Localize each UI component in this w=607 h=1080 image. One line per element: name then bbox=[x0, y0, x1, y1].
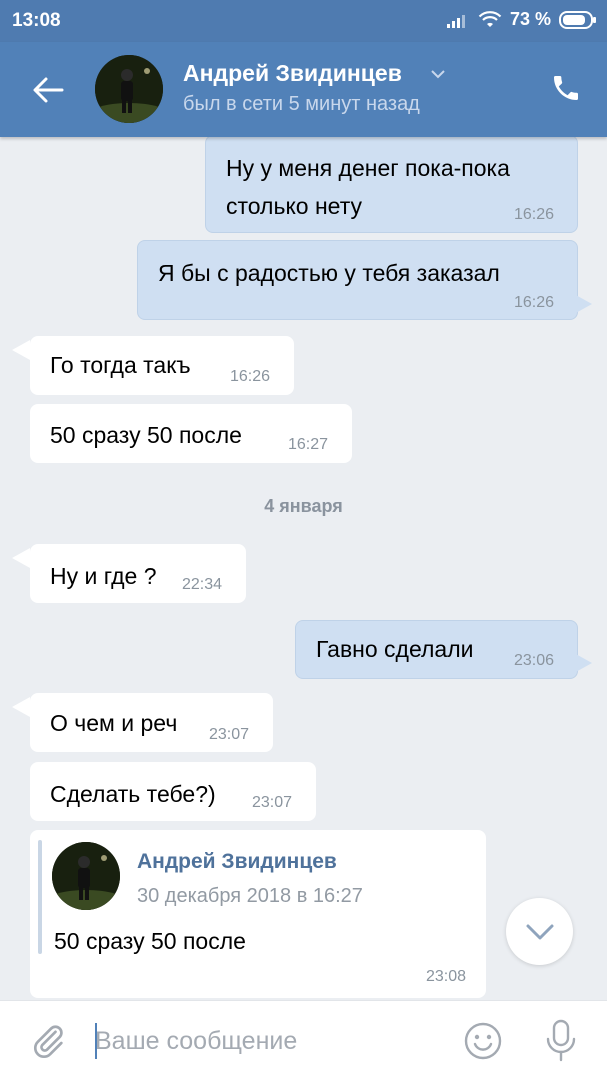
paperclip-icon bbox=[33, 1025, 63, 1059]
message-time: 16:27 bbox=[288, 436, 329, 453]
message-time: 16:26 bbox=[514, 206, 555, 223]
forwarded-text: 50 сразу 50 после bbox=[54, 928, 246, 954]
scroll-down-button[interactable] bbox=[506, 898, 573, 965]
arrow-left-icon bbox=[33, 77, 64, 103]
contact-name[interactable]: Андрей Звидинцев bbox=[183, 60, 402, 87]
message-text: Ну и где ? bbox=[50, 563, 157, 589]
status-bar: 13:08 73 % bbox=[0, 0, 607, 42]
message-bubble-outgoing[interactable]: Я бы с радостью у тебя заказал 16:26 bbox=[137, 240, 578, 320]
message-text: Гавно сделали bbox=[316, 636, 474, 662]
message-time: 23:07 bbox=[252, 794, 293, 811]
status-icons: 73 % bbox=[446, 9, 597, 30]
battery-icon bbox=[559, 10, 596, 29]
message-bubble-outgoing[interactable]: Гавно сделали 23:06 bbox=[295, 620, 578, 679]
message-text: Ну у меня денег пока-пока столько нету bbox=[226, 155, 510, 219]
battery-percent: 73 % bbox=[509, 9, 551, 29]
contact-avatar[interactable] bbox=[95, 55, 163, 123]
forwarded-author-name[interactable]: Андрей Звидинцев bbox=[137, 850, 337, 874]
contact-last-seen: был в сети 5 минут назад bbox=[183, 93, 420, 115]
microphone-icon bbox=[546, 1019, 576, 1062]
forwarded-message[interactable]: Андрей Звидинцев 30 декабря 2018 в 16:27… bbox=[30, 830, 486, 998]
message-text: Го тогда такъ bbox=[50, 352, 191, 378]
message-text: О чем и реч bbox=[50, 710, 178, 736]
message-text: Сделать тебе?) bbox=[50, 781, 216, 807]
message-time: 16:26 bbox=[514, 294, 555, 311]
attach-button[interactable] bbox=[28, 1021, 68, 1061]
message-time: 22:34 bbox=[182, 576, 223, 593]
forwarded-date: 30 декабря 2018 в 16:27 bbox=[137, 885, 363, 907]
message-time: 23:08 bbox=[425, 968, 466, 985]
call-button[interactable] bbox=[550, 72, 586, 108]
bubble-tail bbox=[12, 548, 30, 568]
message-composer bbox=[0, 1000, 607, 1080]
signal-icon bbox=[446, 14, 465, 28]
chevron-down-icon[interactable] bbox=[430, 69, 446, 79]
message-input[interactable] bbox=[95, 1019, 445, 1063]
message-text: Я бы с радостью у тебя заказал bbox=[158, 260, 500, 286]
message-bubble-incoming[interactable]: О чем и реч 23:07 bbox=[30, 693, 273, 752]
message-time: 23:06 bbox=[514, 652, 555, 669]
message-time: 23:07 bbox=[209, 726, 250, 743]
forwarded-author-avatar[interactable] bbox=[52, 842, 120, 910]
voice-message-button[interactable] bbox=[543, 1019, 579, 1063]
message-bubble-incoming[interactable]: Сделать тебе?) 23:07 bbox=[30, 762, 316, 821]
chat-header: Андрей Звидинцев был в сети 5 минут наза… bbox=[0, 42, 607, 137]
chevron-down-icon bbox=[526, 924, 553, 939]
forward-quote-bar bbox=[38, 840, 42, 954]
bubble-tail bbox=[574, 294, 592, 314]
message-text: 50 сразу 50 после bbox=[50, 422, 242, 448]
wifi-icon bbox=[478, 10, 502, 27]
emoji-button[interactable] bbox=[463, 1021, 503, 1061]
smiley-icon bbox=[464, 1022, 502, 1060]
status-time: 13:08 bbox=[12, 10, 61, 31]
message-bubble-incoming[interactable]: Ну и где ? 22:34 bbox=[30, 544, 246, 603]
message-bubble-incoming[interactable]: Го тогда такъ 16:26 bbox=[30, 336, 294, 395]
date-separator: 4 января bbox=[264, 496, 343, 516]
message-time: 16:26 bbox=[230, 368, 271, 385]
bubble-tail bbox=[12, 697, 30, 717]
message-bubble-incoming[interactable]: 50 сразу 50 после 16:27 bbox=[30, 404, 352, 463]
back-button[interactable] bbox=[28, 72, 68, 108]
bubble-tail bbox=[574, 653, 592, 673]
phone-icon bbox=[554, 76, 578, 100]
text-cursor bbox=[95, 1023, 97, 1059]
bubble-tail bbox=[12, 340, 30, 360]
message-bubble-outgoing[interactable]: Ну у меня денег пока-пока столько нету 1… bbox=[205, 135, 578, 233]
